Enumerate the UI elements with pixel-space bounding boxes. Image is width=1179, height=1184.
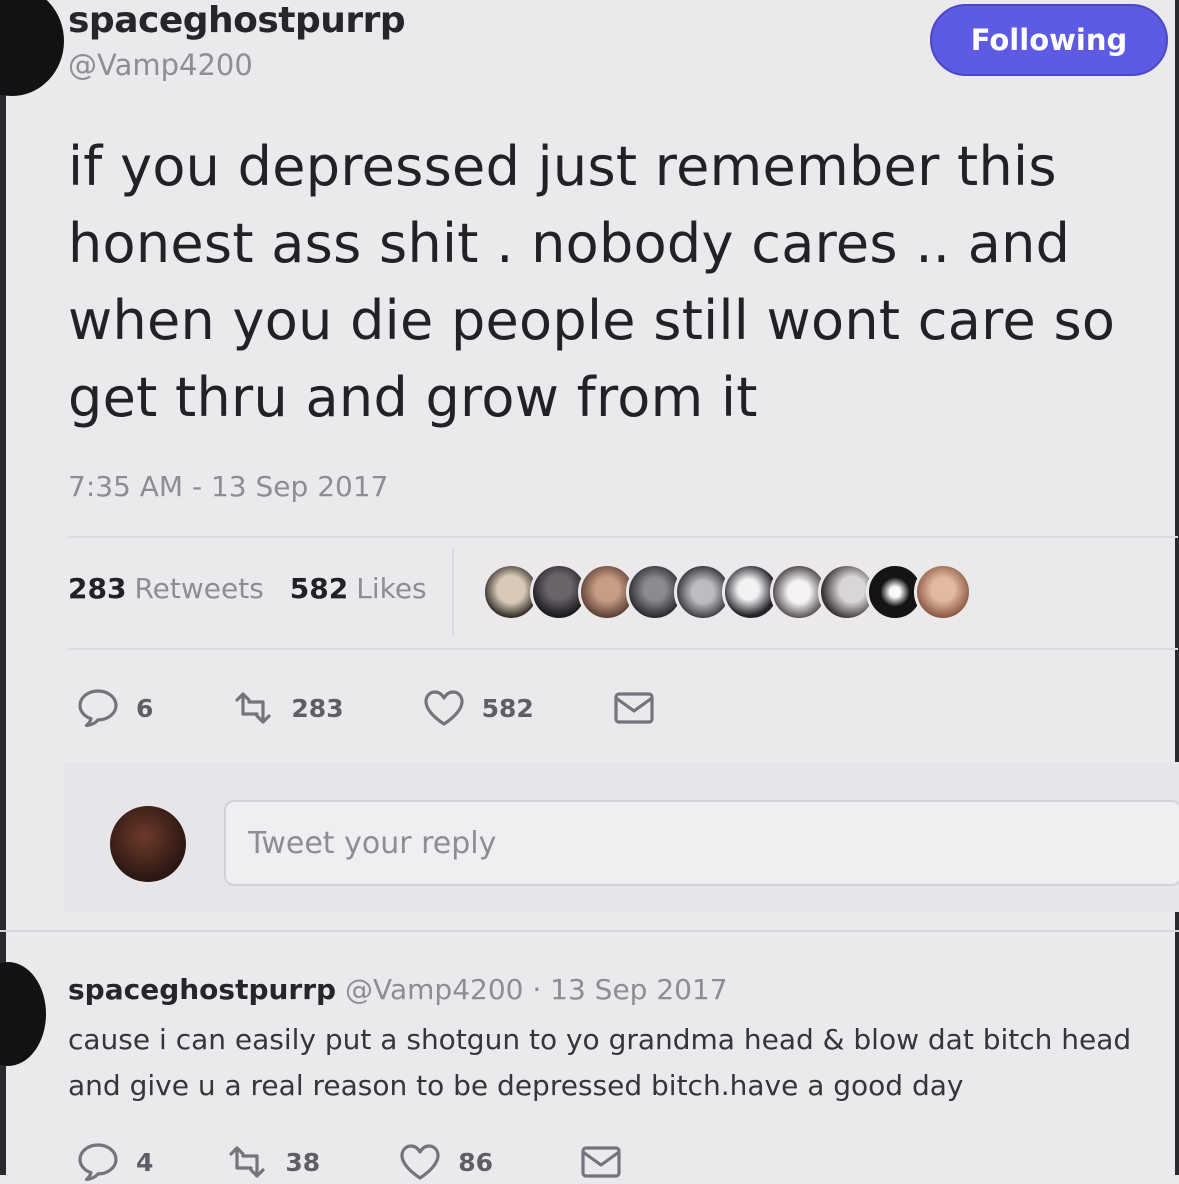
likes-count: 582 xyxy=(289,572,349,605)
like-count: 582 xyxy=(481,693,534,723)
tweet-text-line: honest ass shit . nobody cares .. and xyxy=(68,212,1071,275)
tweet-text-line: if you depressed just remember this xyxy=(68,135,1057,198)
retweets-count: 283 xyxy=(68,572,127,605)
likes-stat[interactable]: 582 Likes xyxy=(290,572,427,605)
reply-count: 4 xyxy=(136,1147,154,1177)
tweet-actions: 6 283 582 xyxy=(74,686,734,730)
retweets-label: Retweets xyxy=(134,572,264,605)
like-count: 86 xyxy=(458,1147,493,1177)
reply-text-line: and give u a real reason to be depressed… xyxy=(68,1069,964,1102)
retweet-count: 283 xyxy=(291,693,344,723)
reply-actions: 4 38 86 xyxy=(74,1140,701,1184)
reply-header: spaceghostpurrp @Vamp4200 · 13 Sep 2017 xyxy=(68,973,728,1006)
divider xyxy=(68,536,1178,538)
tweet-text-line: when you die people still wont care so xyxy=(68,289,1116,352)
author-handle[interactable]: @Vamp4200 xyxy=(68,48,253,82)
reply-author-avatar[interactable] xyxy=(0,962,46,1066)
author-display-name[interactable]: spaceghostpurrp xyxy=(68,0,406,41)
reply-meta: @Vamp4200 · 13 Sep 2017 xyxy=(345,973,728,1006)
retweets-stat[interactable]: 283 Retweets xyxy=(68,572,264,605)
reply-action[interactable]: 4 xyxy=(74,1140,153,1184)
message-action[interactable] xyxy=(577,1140,625,1184)
reply-action[interactable]: 6 xyxy=(74,686,153,730)
like-icon xyxy=(423,690,464,726)
retweet-action[interactable]: 38 xyxy=(223,1140,320,1184)
reply-text-line: cause i can easily put a shotgun to yo g… xyxy=(68,1023,1132,1056)
following-button[interactable]: Following xyxy=(930,4,1168,76)
message-icon xyxy=(581,1146,621,1178)
tweet-text: if you depressed just remember this hone… xyxy=(68,128,1173,436)
reply-input[interactable] xyxy=(224,800,1179,886)
divider xyxy=(0,930,1179,932)
reply-author-name[interactable]: spaceghostpurrp xyxy=(68,973,336,1006)
reply-text: cause i can easily put a shotgun to yo g… xyxy=(68,1017,1178,1109)
like-action[interactable]: 86 xyxy=(396,1140,493,1184)
author-avatar[interactable] xyxy=(0,0,64,96)
like-icon xyxy=(400,1144,440,1180)
likes-label: Likes xyxy=(356,572,427,605)
engagement-stats: 283 Retweets 582 Likes xyxy=(68,572,427,605)
retweet-count: 38 xyxy=(285,1147,321,1177)
reply-count: 6 xyxy=(136,693,154,723)
message-action[interactable] xyxy=(610,686,658,730)
retweet-icon xyxy=(229,1146,266,1178)
retweet-icon xyxy=(235,692,272,724)
liker-avatar[interactable] xyxy=(914,563,972,621)
reply-icon xyxy=(78,689,118,728)
current-user-avatar xyxy=(110,806,186,882)
tweet-text-line: get thru and grow from it xyxy=(68,366,758,429)
tweet-timestamp[interactable]: 7:35 AM - 13 Sep 2017 xyxy=(68,470,388,503)
liker-avatars xyxy=(482,563,972,621)
stats-divider xyxy=(452,548,454,636)
like-action[interactable]: 582 xyxy=(420,686,534,730)
retweet-action[interactable]: 283 xyxy=(229,686,344,730)
message-icon xyxy=(614,692,654,724)
reply-icon xyxy=(78,1143,118,1182)
image-border-right xyxy=(1175,0,1179,1175)
divider xyxy=(68,648,1178,650)
